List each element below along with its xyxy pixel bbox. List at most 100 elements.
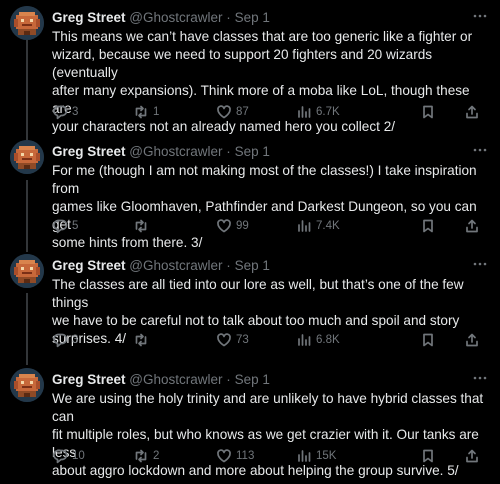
tweet-header: Greg Street @Ghostcrawler · Sep 1 xyxy=(52,258,270,274)
author-name[interactable]: Greg Street xyxy=(52,258,126,273)
heart-icon xyxy=(217,333,231,347)
author-name[interactable]: Greg Street xyxy=(52,372,126,387)
reply-icon xyxy=(53,219,68,234)
tweet-header: Greg Street @Ghostcrawler · Sep 1 xyxy=(52,10,270,26)
reply-button[interactable]: 3 xyxy=(52,330,78,350)
views-button[interactable]: 6.8K xyxy=(296,330,340,350)
action-bar: 3 73 6.8K xyxy=(52,330,492,350)
reply-icon xyxy=(53,105,68,120)
reply-icon xyxy=(53,449,68,464)
retweet-button[interactable] xyxy=(133,330,153,350)
bookmark-button[interactable] xyxy=(420,330,440,350)
retweet-count: 2 xyxy=(153,450,160,462)
avatar[interactable] xyxy=(10,140,44,174)
views-button[interactable]: 15K xyxy=(296,446,336,466)
tweet-date[interactable]: Sep 1 xyxy=(235,258,270,273)
tweet-date[interactable]: Sep 1 xyxy=(235,372,270,387)
more-dots-icon[interactable] xyxy=(472,142,488,161)
like-count: 73 xyxy=(236,334,249,346)
views-count: 7.4K xyxy=(316,220,340,232)
views-icon xyxy=(298,450,311,462)
tweet-date[interactable]: Sep 1 xyxy=(235,10,270,25)
share-button[interactable] xyxy=(464,330,484,350)
tweet[interactable]: Greg Street @Ghostcrawler · Sep 1 We are… xyxy=(0,368,500,478)
author-handle[interactable]: @Ghostcrawler xyxy=(129,258,222,273)
retweet-count: 1 xyxy=(153,106,160,118)
tweet[interactable]: Greg Street @Ghostcrawler · Sep 1 For me… xyxy=(0,140,500,250)
tweet-header: Greg Street @Ghostcrawler · Sep 1 xyxy=(52,144,270,160)
like-button[interactable]: 99 xyxy=(216,216,249,236)
retweet-icon xyxy=(135,105,147,119)
share-button[interactable] xyxy=(464,446,484,466)
reply-count: 10 xyxy=(72,450,85,462)
heart-icon xyxy=(217,219,231,233)
share-button[interactable] xyxy=(464,102,484,122)
reply-button[interactable]: 5 xyxy=(52,216,78,236)
like-count: 113 xyxy=(236,450,255,462)
reply-count: 3 xyxy=(72,106,79,118)
action-bar: 3 1 87 6.7K xyxy=(52,102,492,122)
views-count: 15K xyxy=(316,450,337,462)
heart-icon xyxy=(217,105,231,119)
retweet-icon xyxy=(135,449,147,463)
bookmark-icon xyxy=(423,219,433,233)
views-icon xyxy=(298,106,311,118)
retweet-icon xyxy=(135,219,147,233)
tweet-date[interactable]: Sep 1 xyxy=(235,144,270,159)
retweet-button[interactable]: 1 xyxy=(133,102,159,122)
more-dots-icon[interactable] xyxy=(472,8,488,27)
retweet-icon xyxy=(135,333,147,347)
views-icon xyxy=(298,220,311,232)
reply-count: 3 xyxy=(72,334,79,346)
views-count: 6.7K xyxy=(316,106,340,118)
bookmark-icon xyxy=(423,449,433,463)
bookmark-icon xyxy=(423,333,433,347)
like-button[interactable]: 87 xyxy=(216,102,249,122)
views-button[interactable]: 6.7K xyxy=(296,102,340,122)
retweet-button[interactable] xyxy=(133,216,153,236)
reply-count: 5 xyxy=(72,220,79,232)
separator-dot: · xyxy=(226,144,231,159)
share-icon xyxy=(466,219,478,233)
views-icon xyxy=(298,334,311,346)
separator-dot: · xyxy=(226,258,231,273)
tweet[interactable]: Greg Street @Ghostcrawler · Sep 1 The cl… xyxy=(0,254,500,354)
author-name[interactable]: Greg Street xyxy=(52,10,126,25)
thread-feed: Greg Street @Ghostcrawler · Sep 1 This m… xyxy=(0,0,500,484)
tweet-header: Greg Street @Ghostcrawler · Sep 1 xyxy=(52,372,270,388)
like-button[interactable]: 113 xyxy=(216,446,254,466)
avatar[interactable] xyxy=(10,254,44,288)
share-icon xyxy=(466,333,478,347)
action-bar: 5 99 7.4K xyxy=(52,216,492,236)
reply-button[interactable]: 3 xyxy=(52,102,78,122)
author-handle[interactable]: @Ghostcrawler xyxy=(129,10,222,25)
more-dots-icon[interactable] xyxy=(472,256,488,275)
bookmark-button[interactable] xyxy=(420,216,440,236)
views-button[interactable]: 7.4K xyxy=(296,216,340,236)
bookmark-button[interactable] xyxy=(420,102,440,122)
reply-icon xyxy=(53,333,68,348)
share-icon xyxy=(466,105,478,119)
views-count: 6.8K xyxy=(316,334,340,346)
share-icon xyxy=(466,449,478,463)
action-bar: 10 2 113 15K xyxy=(52,446,492,466)
share-button[interactable] xyxy=(464,216,484,236)
heart-icon xyxy=(217,449,231,463)
reply-button[interactable]: 10 xyxy=(52,446,85,466)
tweet-text: For me (though I am not making most of t… xyxy=(52,163,477,250)
separator-dot: · xyxy=(226,372,231,387)
author-handle[interactable]: @Ghostcrawler xyxy=(129,372,222,387)
more-dots-icon[interactable] xyxy=(472,370,488,389)
author-name[interactable]: Greg Street xyxy=(52,144,126,159)
bookmark-icon xyxy=(423,105,433,119)
bookmark-button[interactable] xyxy=(420,446,440,466)
avatar[interactable] xyxy=(10,6,44,40)
retweet-button[interactable]: 2 xyxy=(133,446,159,466)
like-button[interactable]: 73 xyxy=(216,330,249,350)
tweet-text: We are using the holy trinity and are un… xyxy=(52,391,484,478)
like-count: 87 xyxy=(236,106,249,118)
avatar[interactable] xyxy=(10,368,44,402)
like-count: 99 xyxy=(236,220,249,232)
author-handle[interactable]: @Ghostcrawler xyxy=(129,144,222,159)
tweet[interactable]: Greg Street @Ghostcrawler · Sep 1 This m… xyxy=(0,6,500,134)
